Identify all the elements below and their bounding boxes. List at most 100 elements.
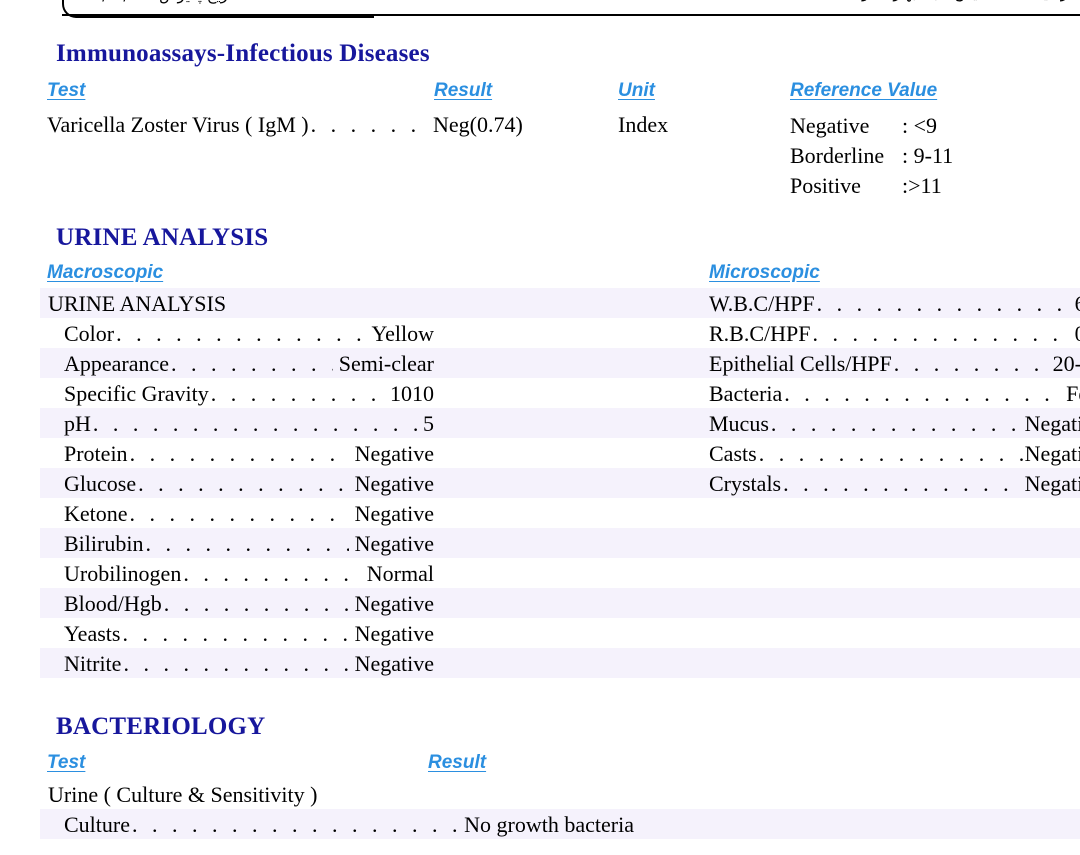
leader-dots: . . . . . . . . . . . . . . . . . . . . …	[758, 441, 1023, 466]
analyte-label: Bacteria	[709, 381, 783, 406]
analyte-label: Nitrite	[64, 651, 122, 676]
leader-dots: . . . . . . . . . . . . . . . . . . . . …	[210, 381, 384, 406]
column-header-result-bacteriology: Result	[428, 752, 487, 773]
header-right-text: آزمایشگاه تشخیص طبی بهار دکتری	[850, 0, 1072, 2]
list-item-protein: Protein . . . . . . . . . . . . . . . . …	[64, 439, 434, 469]
column-header-macroscopic: Macroscopic	[47, 262, 164, 283]
analyte-label: Bilirubin	[64, 531, 144, 556]
leader-dots: . . . . . . . . . . . . . . . . . . . . …	[770, 411, 1023, 436]
analyte-value: Negative	[354, 441, 434, 466]
analyte-label: Urobilinogen	[64, 561, 182, 586]
list-item-yeasts: Yeasts . . . . . . . . . . . . . . . . .…	[64, 619, 434, 649]
analyte-label: Glucose	[64, 471, 137, 496]
column-header-unit-immunoassays: Unit	[618, 80, 655, 101]
leader-dots: . . . . . . . . . . . . . . . . . . . . …	[310, 112, 431, 137]
analyte-value: Few	[1066, 381, 1080, 406]
analyte-label: Epithelial Cells/HPF	[709, 351, 892, 376]
list-item-ketone: Ketone . . . . . . . . . . . . . . . . .…	[64, 499, 434, 529]
list-item-bacteria: Bacteria . . . . . . . . . . . . . . . .…	[709, 379, 1080, 409]
section-title-bacteriology: BACTERIOLOGY	[56, 713, 266, 740]
leader-dots: . . . . . . . . . . . . . . . . . . . . …	[129, 441, 349, 466]
reference-value-borderline: : 9-11	[902, 143, 954, 168]
list-item-glucose: Glucose . . . . . . . . . . . . . . . . …	[64, 469, 434, 499]
list-item-crystals: Crystals . . . . . . . . . . . . . . . .…	[709, 469, 1080, 499]
leader-dots: . . . . . . . . . . . . . . . . . . . . …	[92, 411, 417, 436]
analyte-value: Negative	[354, 501, 434, 526]
leader-dots: . . . . . . . . . . . . . . . . . . . . …	[138, 471, 349, 496]
analyte-value: 20-25	[1052, 351, 1080, 376]
reference-label-negative: Negative	[790, 113, 870, 138]
analyte-value: 6-8	[1075, 289, 1080, 319]
header-rule	[62, 14, 1080, 16]
analyte-label: pH	[64, 411, 91, 436]
analyte-label: W.B.C/HPF	[709, 291, 815, 316]
page-header-strip: تاریخ پذیرش : ۱۴۰۱/۰۹/۱۲ آزمایشگاه تشخیص…	[0, 0, 1080, 22]
list-item-blood-hgb: Blood/Hgb . . . . . . . . . . . . . . . …	[64, 589, 434, 619]
analyte-label: Mucus	[709, 411, 769, 436]
list-item-ph: pH . . . . . . . . . . . . . . . . . . .…	[64, 409, 434, 439]
column-header-reference-immunoassays: Reference Value	[790, 80, 938, 101]
reference-line-borderline: Borderline : 9-11	[790, 141, 953, 170]
list-item-nitrite: Nitrite . . . . . . . . . . . . . . . . …	[64, 649, 434, 679]
analyte-value: Negative	[354, 621, 434, 646]
section-title-immunoassays: Immunoassays-Infectious Diseases	[56, 40, 430, 67]
header-left-text: تاریخ پذیرش : ۱۴۰۱/۰۹/۱۲	[70, 0, 237, 4]
analyte-value: Negative	[1024, 441, 1080, 466]
analyte-value: Negative	[354, 651, 434, 676]
leader-dots: . . . . . . . . . . . . . . . . . . . . …	[784, 381, 1064, 406]
analyte-value: Negative	[1024, 471, 1080, 496]
analyte-label: Ketone	[64, 501, 128, 526]
analyte-value: Yellow	[371, 321, 434, 346]
unit-value-varicella-zoster: Index	[618, 112, 669, 137]
column-header-result-immunoassays: Result	[434, 80, 493, 101]
analyte-value: Normal	[366, 561, 434, 586]
list-item-casts: Casts . . . . . . . . . . . . . . . . . …	[709, 439, 1080, 469]
list-item-color: Color . . . . . . . . . . . . . . . . . …	[64, 319, 434, 349]
analyte-value: 1010	[390, 381, 434, 406]
column-header-test-immunoassays: Test	[47, 80, 86, 101]
reference-value-negative: : <9	[902, 113, 938, 138]
analyte-label: Blood/Hgb	[64, 591, 162, 616]
group-label-urine-culture-sensitivity: Urine ( Culture & Sensitivity )	[48, 782, 318, 807]
list-item-epithelial-cells-hpf: Epithelial Cells/HPF . . . . . . . . . .…	[709, 349, 1080, 379]
reference-line-positive: Positive :>11	[790, 171, 942, 200]
list-item-bilirubin: Bilirubin . . . . . . . . . . . . . . . …	[64, 529, 434, 559]
table-row-varicella-zoster: Varicella Zoster Virus ( IgM ) . . . . .…	[47, 110, 433, 140]
list-item-wbc-hpf: W.B.C/HPF . . . . . . . . . . . . . . . …	[709, 289, 1080, 319]
analyte-value: Semi-clear	[338, 351, 434, 376]
analyte-value: No growth bacteria	[464, 812, 634, 837]
analyte-value: Negative	[354, 471, 434, 496]
leader-dots: . . . . . . . . . . . . . . . . . . . . …	[171, 351, 333, 376]
leader-dots: . . . . . . . . . . . . . . . . . . . . …	[129, 501, 349, 526]
analyte-value: Negative	[354, 531, 434, 556]
analyte-value: Negative	[1024, 411, 1080, 436]
analyte-value: Negative	[354, 591, 434, 616]
analyte-label: R.B.C/HPF	[709, 321, 811, 346]
analyte-label: Color	[64, 321, 115, 346]
column-header-microscopic: Microscopic	[709, 262, 820, 283]
analyte-label: Appearance	[64, 351, 170, 376]
reference-value-positive: :>11	[902, 173, 942, 198]
leader-dots: . . . . . . . . . . . . . . . . . . . . …	[893, 351, 1051, 376]
list-item-rbc-hpf: R.B.C/HPF . . . . . . . . . . . . . . . …	[709, 319, 1080, 349]
leader-dots: . . . . . . . . . . . . . . . . . . . . …	[183, 561, 360, 586]
leader-dots: . . . . . . . . . . . . . . . . . . . . …	[783, 471, 1022, 496]
list-item-mucus: Mucus . . . . . . . . . . . . . . . . . …	[709, 409, 1080, 439]
result-value-varicella-zoster: Neg(0.74)	[433, 112, 523, 137]
list-item-appearance: Appearance . . . . . . . . . . . . . . .…	[64, 349, 434, 379]
leader-dots: . . . . . . . . . . . . . . . . . . . . …	[812, 321, 1073, 346]
leader-dots: . . . . . . . . . . . . . . . . . . . . …	[122, 621, 348, 646]
section-title-urine-analysis: URINE ANALYSIS	[56, 224, 269, 251]
analyte-label: Crystals	[709, 471, 782, 496]
leader-dots: . . . . . . . . . . . . . . . . . . . . …	[163, 591, 349, 616]
test-label-varicella-zoster: Varicella Zoster Virus ( IgM )	[47, 112, 309, 137]
analyte-label: Casts	[709, 441, 757, 466]
reference-line-negative: Negative : <9	[790, 111, 937, 140]
analyte-label: Culture	[64, 812, 130, 837]
analyte-value: 5	[423, 411, 434, 436]
leader-dots: . . . . . . . . . . . . . . . . . . . . …	[816, 291, 1073, 316]
leader-dots: . . . . . . . . . . . . . . . . . . . . …	[132, 812, 458, 837]
group-label-urine-analysis: URINE ANALYSIS	[48, 291, 227, 316]
analyte-label: Yeasts	[64, 621, 121, 646]
list-item-urobilinogen: Urobilinogen . . . . . . . . . . . . . .…	[64, 559, 434, 589]
